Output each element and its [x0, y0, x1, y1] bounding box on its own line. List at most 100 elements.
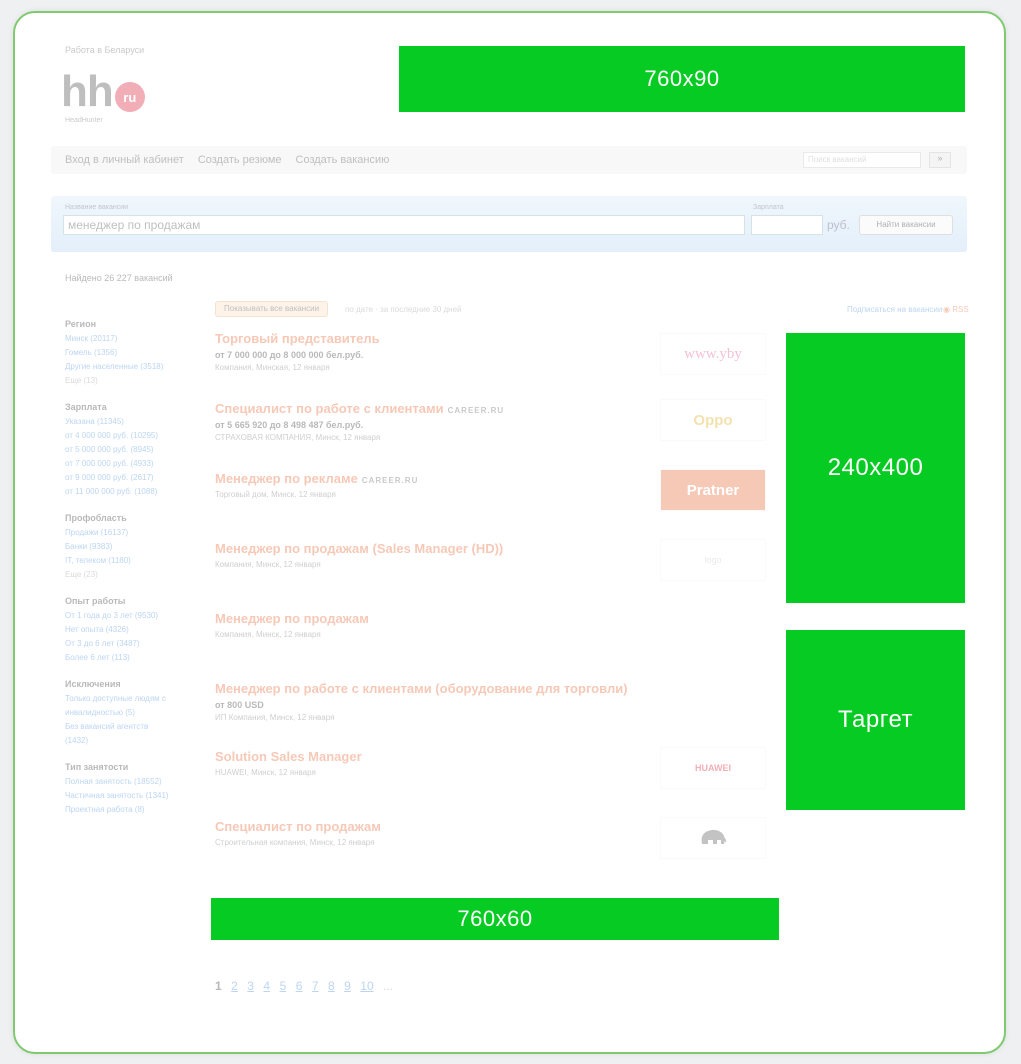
create-resume-link[interactable]: Создать резюме [198, 154, 282, 166]
company-logo[interactable]: Pratner [660, 469, 766, 511]
vacancy-title[interactable]: Solution Sales Manager [215, 749, 655, 764]
filter-item[interactable]: Еще (13) [65, 374, 195, 388]
vacancy-title[interactable]: Менеджер по работе с клиентами (оборудов… [215, 681, 655, 696]
page-link[interactable]: 8 [328, 979, 335, 993]
filter-item[interactable]: IT, телеком (1180) [65, 554, 195, 568]
filter-item[interactable]: От 1 года до 3 лет (9530) [65, 609, 195, 623]
vacancy-title[interactable]: Специалист по продажам [215, 819, 655, 834]
search-panel: Название вакансии менеджер по продажам З… [51, 196, 967, 252]
vacancy-item[interactable]: Менеджер по продажам (Sales Manager (HD)… [215, 541, 655, 569]
vacancy-title[interactable]: Менеджер по продажам [215, 611, 655, 626]
rss-link[interactable]: ◉ RSS [943, 305, 969, 314]
page-link[interactable]: 5 [280, 979, 287, 993]
filter-group: Зарплата Указана (11345) от 4 000 000 ру… [65, 402, 195, 499]
vacancy-title-text[interactable]: Solution Sales Manager [215, 749, 362, 764]
filter-title: Регион [65, 319, 96, 329]
vacancy-company[interactable]: Торговый дом, Минск, 12 января [215, 490, 655, 499]
filter-item[interactable]: От 3 до 6 лет (3487) [65, 637, 195, 651]
site-search-button[interactable]: » [929, 152, 951, 168]
company-logo[interactable]: HUAWEI [660, 747, 766, 789]
page-link[interactable]: 7 [312, 979, 319, 993]
vacancy-company[interactable]: Компания, Минск, 12 января [215, 560, 655, 569]
filter-item[interactable]: от 11 000 000 руб. (1088) [65, 485, 195, 499]
vacancy-title-text[interactable]: Менеджер по рекламе [215, 471, 358, 486]
filter-item[interactable]: Продажи (16137) [65, 526, 195, 540]
salary-input[interactable] [751, 215, 823, 235]
vacancy-item[interactable]: Специалист по работе с клиентами CAREER.R… [215, 401, 655, 442]
filter-item[interactable]: Без вакансий агентств (1432) [65, 720, 155, 748]
filter-item[interactable]: Указана (11345) [65, 415, 195, 429]
vacancy-company[interactable]: HUAWEI, Минск, 12 января [215, 768, 655, 777]
page-link[interactable]: 9 [344, 979, 351, 993]
filter-group: Тип занятости Полная занятость (18552) Ч… [65, 762, 195, 817]
site-search-input[interactable]: Поиск вакансий [803, 152, 921, 168]
filter-item[interactable]: Только доступные людям с инвалидностью (… [65, 692, 175, 720]
subscribe-link[interactable]: Подписаться на вакансии [847, 305, 942, 314]
filter-item[interactable]: Более 6 лет (113) [65, 651, 195, 665]
vacancy-item[interactable]: Менеджер по рекламе CAREER.RU Торговый до… [215, 471, 655, 499]
filter-item[interactable]: Еще (23) [65, 568, 195, 582]
ad-banner-top[interactable]: 760x90 [399, 46, 965, 112]
vacancy-title[interactable]: Специалист по работе с клиентами CAREER.R… [215, 401, 655, 416]
page-link[interactable]: 1 [215, 979, 222, 993]
vacancy-title-text[interactable]: Менеджер по работе с клиентами (оборудов… [215, 681, 628, 696]
company-logo[interactable]: logo [660, 539, 766, 581]
company-logo[interactable]: Oppo [660, 399, 766, 441]
filter-item[interactable]: от 4 000 000 руб. (10295) [65, 429, 195, 443]
vacancy-item[interactable]: Торговый представитель от 7 000 000 до 8… [215, 331, 655, 372]
currency-label: руб. [827, 218, 850, 232]
vacancy-company[interactable]: Строительная компания, Минск, 12 января [215, 838, 655, 847]
ad-banner-target[interactable]: Таргет [786, 630, 965, 810]
vacancy-title-text[interactable]: Менеджер по продажам [215, 611, 369, 626]
company-logo[interactable]: elephant [660, 817, 766, 859]
create-vacancy-link[interactable]: Создать вакансию [296, 154, 390, 166]
vacancy-company[interactable]: СТРАХОВАЯ КОМПАНИЯ, Минск, 12 января [215, 433, 655, 442]
rss-icon: ◉ [943, 305, 950, 314]
vacancy-title-text[interactable]: Специалист по работе с клиентами [215, 401, 444, 416]
vacancy-company[interactable]: Компания, Минск, 12 января [215, 630, 655, 639]
vacancy-company[interactable]: ИП Компания, Минск, 12 января [215, 713, 655, 722]
vacancy-item[interactable]: Специалист по продажам Строительная комп… [215, 819, 655, 847]
filter-item[interactable]: от 5 000 000 руб. (8945) [65, 443, 195, 457]
find-vacancies-button[interactable]: Найти вакансии [859, 215, 953, 235]
vacancy-title[interactable]: Менеджер по рекламе CAREER.RU [215, 471, 655, 486]
filter-item[interactable]: от 7 000 000 руб. (4933) [65, 457, 195, 471]
vacancy-company[interactable]: Компания, Минская, 12 января [215, 363, 655, 372]
filter-item[interactable]: Частичная занятость (1341) [65, 789, 195, 803]
vacancy-title-text[interactable]: Менеджер по продажам (Sales Manager (HD)… [215, 541, 503, 556]
vacancy-title-text[interactable]: Специалист по продажам [215, 819, 381, 834]
filter-item[interactable]: Гомель (1356) [65, 346, 195, 360]
ad-banner-bottom[interactable]: 760x60 [211, 898, 779, 940]
vacancy-item[interactable]: Solution Sales Manager HUAWEI, Минск, 12… [215, 749, 655, 777]
filter-group: Регион Минск (20117) Гомель (1356) Други… [65, 319, 195, 388]
vacancy-title-text[interactable]: Торговый представитель [215, 331, 380, 346]
page-link[interactable]: 10 [360, 979, 373, 993]
filter-title: Исключения [65, 679, 121, 689]
page-link[interactable]: 6 [296, 979, 303, 993]
page-link[interactable]: 4 [263, 979, 270, 993]
search-query-input[interactable]: менеджер по продажам [63, 215, 745, 235]
filter-item[interactable]: от 9 000 000 руб. (2617) [65, 471, 195, 485]
page-link[interactable]: 3 [247, 979, 254, 993]
vacancy-item[interactable]: Менеджер по работе с клиентами (оборудов… [215, 681, 655, 722]
filter-title: Опыт работы [65, 596, 126, 606]
page-link[interactable]: 2 [231, 979, 238, 993]
vacancy-item[interactable]: Менеджер по продажам Компания, Минск, 12… [215, 611, 655, 639]
hh-logo[interactable]: hh ru [61, 67, 145, 117]
filter-item[interactable]: Другие населенные (3518) [65, 360, 195, 374]
filters-sidebar: Регион Минск (20117) Гомель (1356) Други… [65, 305, 195, 817]
vacancy-title[interactable]: Менеджер по продажам (Sales Manager (HD)… [215, 541, 655, 556]
filter-group: Исключения Только доступные людям с инва… [65, 679, 195, 748]
company-logo[interactable]: www.yby [660, 333, 766, 375]
filter-title: Зарплата [65, 402, 107, 412]
ad-banner-side[interactable]: 240x400 [786, 333, 965, 603]
filter-item[interactable]: Нет опыта (4326) [65, 623, 195, 637]
filter-item[interactable]: Минск (20117) [65, 332, 195, 346]
filter-item[interactable]: Проектная работа (8) [65, 803, 195, 817]
filter-item[interactable]: Банки (9383) [65, 540, 195, 554]
header-tagline: Работа в Беларуси [65, 45, 145, 55]
vacancy-title[interactable]: Торговый представитель [215, 331, 655, 346]
filter-chip[interactable]: Показывать все вакансии [215, 301, 329, 317]
login-link[interactable]: Вход в личный кабинет [65, 154, 184, 166]
filter-item[interactable]: Полная занятость (18552) [65, 775, 195, 789]
